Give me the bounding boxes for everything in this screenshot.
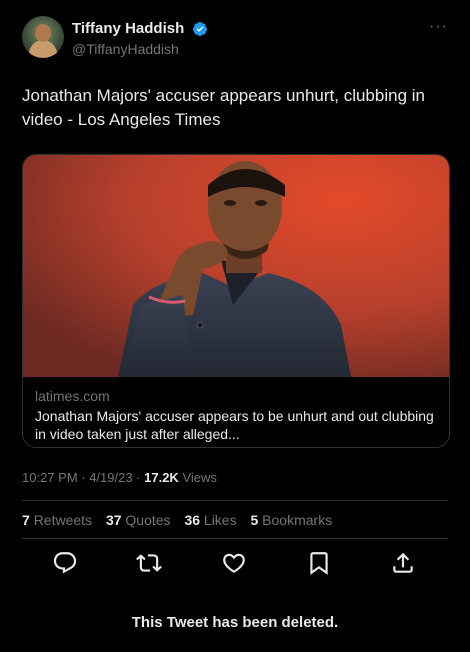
retweets-stat[interactable]: 7 Retweets: [22, 512, 92, 528]
retweet-icon[interactable]: [136, 550, 162, 576]
author-handle[interactable]: @TiffanyHaddish: [72, 41, 208, 57]
tweet-text: Jonathan Majors' accuser appears unhurt,…: [22, 86, 425, 129]
author-info: Tiffany Haddish @TiffanyHaddish: [72, 20, 208, 57]
bookmarks-stat[interactable]: 5 Bookmarks: [250, 512, 332, 528]
engagement-stats: 7 Retweets 37 Quotes 36 Likes 5 Bookmark…: [22, 512, 342, 528]
card-meta: latimes.com Jonathan Majors' accuser app…: [35, 387, 435, 443]
views-count: 17.2K: [144, 470, 179, 485]
views-label: Views: [178, 470, 217, 485]
more-icon[interactable]: ···: [429, 18, 448, 36]
avatar[interactable]: [22, 16, 64, 58]
card-image: [23, 155, 449, 377]
bookmark-icon[interactable]: [306, 550, 332, 576]
like-icon[interactable]: [221, 550, 247, 576]
action-bar: [22, 550, 448, 578]
tweet-header: Tiffany Haddish @TiffanyHaddish ···: [22, 16, 452, 62]
author-name[interactable]: Tiffany Haddish: [72, 20, 184, 37]
reply-icon[interactable]: [52, 550, 78, 576]
deleted-notice: This Tweet has been deleted.: [131, 614, 339, 631]
timestamp-row: 10:27 PM · 4/19/23 · 17.2K Views: [22, 470, 217, 485]
card-domain: latimes.com: [35, 388, 110, 404]
link-card[interactable]: latimes.com Jonathan Majors' accuser app…: [22, 154, 450, 448]
card-description: Jonathan Majors' accuser appears to be u…: [35, 408, 434, 442]
timestamp[interactable]: 10:27 PM · 4/19/23 ·: [22, 470, 144, 485]
share-icon[interactable]: [390, 550, 416, 576]
divider: [22, 538, 448, 539]
verified-badge-icon: [192, 21, 207, 36]
divider: [22, 500, 448, 501]
likes-stat[interactable]: 36 Likes: [184, 512, 236, 528]
quotes-stat[interactable]: 37 Quotes: [106, 512, 171, 528]
